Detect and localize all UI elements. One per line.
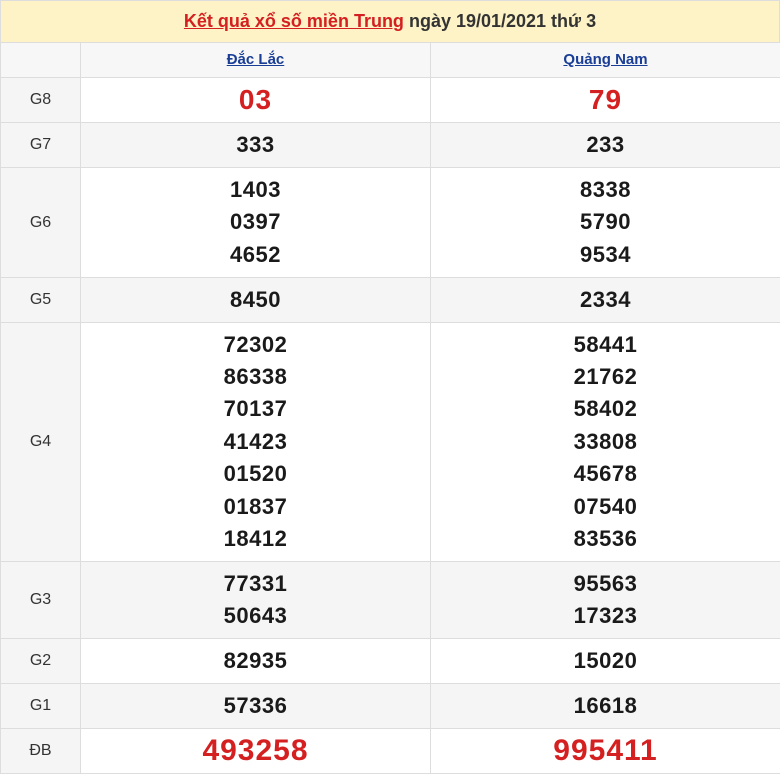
prize-label: G2 [1,639,81,684]
prize-number: 58402 [431,393,780,425]
prize-number: 2334 [431,284,780,316]
prize-cell: 2334 [431,278,780,323]
prize-number: 41423 [81,426,430,458]
header-empty-cell [1,43,81,78]
prize-number: 72302 [81,329,430,361]
prize-label: G6 [1,168,81,278]
lottery-results: Kết quả xổ số miền Trung ngày 19/01/2021… [0,0,780,773]
prize-label: G8 [1,78,81,123]
prize-number: 15020 [431,645,780,677]
prize-cell: 79 [431,78,780,123]
prize-number: 01520 [81,458,430,490]
province-link-dac-lac[interactable]: Đắc Lắc [227,51,285,68]
prize-cell: 03 [81,78,431,123]
prize-number: 50643 [81,600,430,632]
prize-number: 5790 [431,206,780,238]
prize-number: 0397 [81,206,430,238]
results-date: ngày 19/01/2021 thứ 3 [409,11,596,32]
prize-cell: 1403 0397 4652 [81,168,431,278]
prize-number: 70137 [81,393,430,425]
prize-cell: 72302 86338 70137 41423 01520 01837 1841… [81,323,431,562]
prize-cell: 8338 5790 9534 [431,168,780,278]
prize-label: ĐB [1,729,81,774]
prize-row-g1: G1 57336 16618 [1,684,780,729]
prize-label: G5 [1,278,81,323]
prize-row-g2: G2 82935 15020 [1,639,780,684]
results-table: Đắc Lắc Quảng Nam G8 03 79 G7 333 233 G6… [0,42,780,774]
prize-cell: 233 [431,123,780,168]
prize-number: 333 [81,129,430,161]
special-prize-number: 493258 [81,729,430,773]
prize-number: 45678 [431,458,780,490]
prize-number: 9534 [431,239,780,271]
prize-number: 58441 [431,329,780,361]
prize-cell: 58441 21762 58402 33808 45678 07540 8353… [431,323,780,562]
prize-cell: 493258 [81,729,431,774]
prize-label: G1 [1,684,81,729]
prize-row-g6: G6 1403 0397 4652 8338 5790 9534 [1,168,780,278]
prize-cell: 77331 50643 [81,562,431,639]
results-title-link[interactable]: Kết quả xổ số miền Trung [184,11,404,32]
prize-number: 33808 [431,426,780,458]
prize-number: 21762 [431,361,780,393]
prize-row-g4: G4 72302 86338 70137 41423 01520 01837 1… [1,323,780,562]
prize-cell: 82935 [81,639,431,684]
prize-row-g7: G7 333 233 [1,123,780,168]
prize-number: 57336 [81,690,430,722]
prize-cell: 57336 [81,684,431,729]
prize-number: 95563 [431,568,780,600]
special-prize-number: 995411 [431,729,780,773]
prize-label: G4 [1,323,81,562]
prize-cell: 333 [81,123,431,168]
prize-number: 79 [431,78,780,122]
prize-number: 83536 [431,523,780,555]
results-title: Kết quả xổ số miền Trung ngày 19/01/2021… [0,0,780,42]
prize-number: 01837 [81,491,430,523]
prize-number: 233 [431,129,780,161]
prize-cell: 8450 [81,278,431,323]
prize-number: 16618 [431,690,780,722]
prize-label: G7 [1,123,81,168]
prize-row-g5: G5 8450 2334 [1,278,780,323]
province-header: Đắc Lắc [81,43,431,78]
prize-number: 8338 [431,174,780,206]
province-link-quang-nam[interactable]: Quảng Nam [563,51,647,68]
prize-number: 4652 [81,239,430,271]
prize-number: 03 [81,78,430,122]
province-header: Quảng Nam [431,43,780,78]
prize-row-g3: G3 77331 50643 95563 17323 [1,562,780,639]
prize-cell: 16618 [431,684,780,729]
prize-number: 1403 [81,174,430,206]
table-header-row: Đắc Lắc Quảng Nam [1,43,780,78]
prize-row-special: ĐB 493258 995411 [1,729,780,774]
prize-number: 82935 [81,645,430,677]
prize-number: 07540 [431,491,780,523]
prize-label: G3 [1,562,81,639]
prize-number: 8450 [81,284,430,316]
prize-cell: 95563 17323 [431,562,780,639]
prize-cell: 995411 [431,729,780,774]
prize-row-g8: G8 03 79 [1,78,780,123]
prize-number: 18412 [81,523,430,555]
prize-number: 86338 [81,361,430,393]
prize-cell: 15020 [431,639,780,684]
prize-number: 17323 [431,600,780,632]
prize-number: 77331 [81,568,430,600]
